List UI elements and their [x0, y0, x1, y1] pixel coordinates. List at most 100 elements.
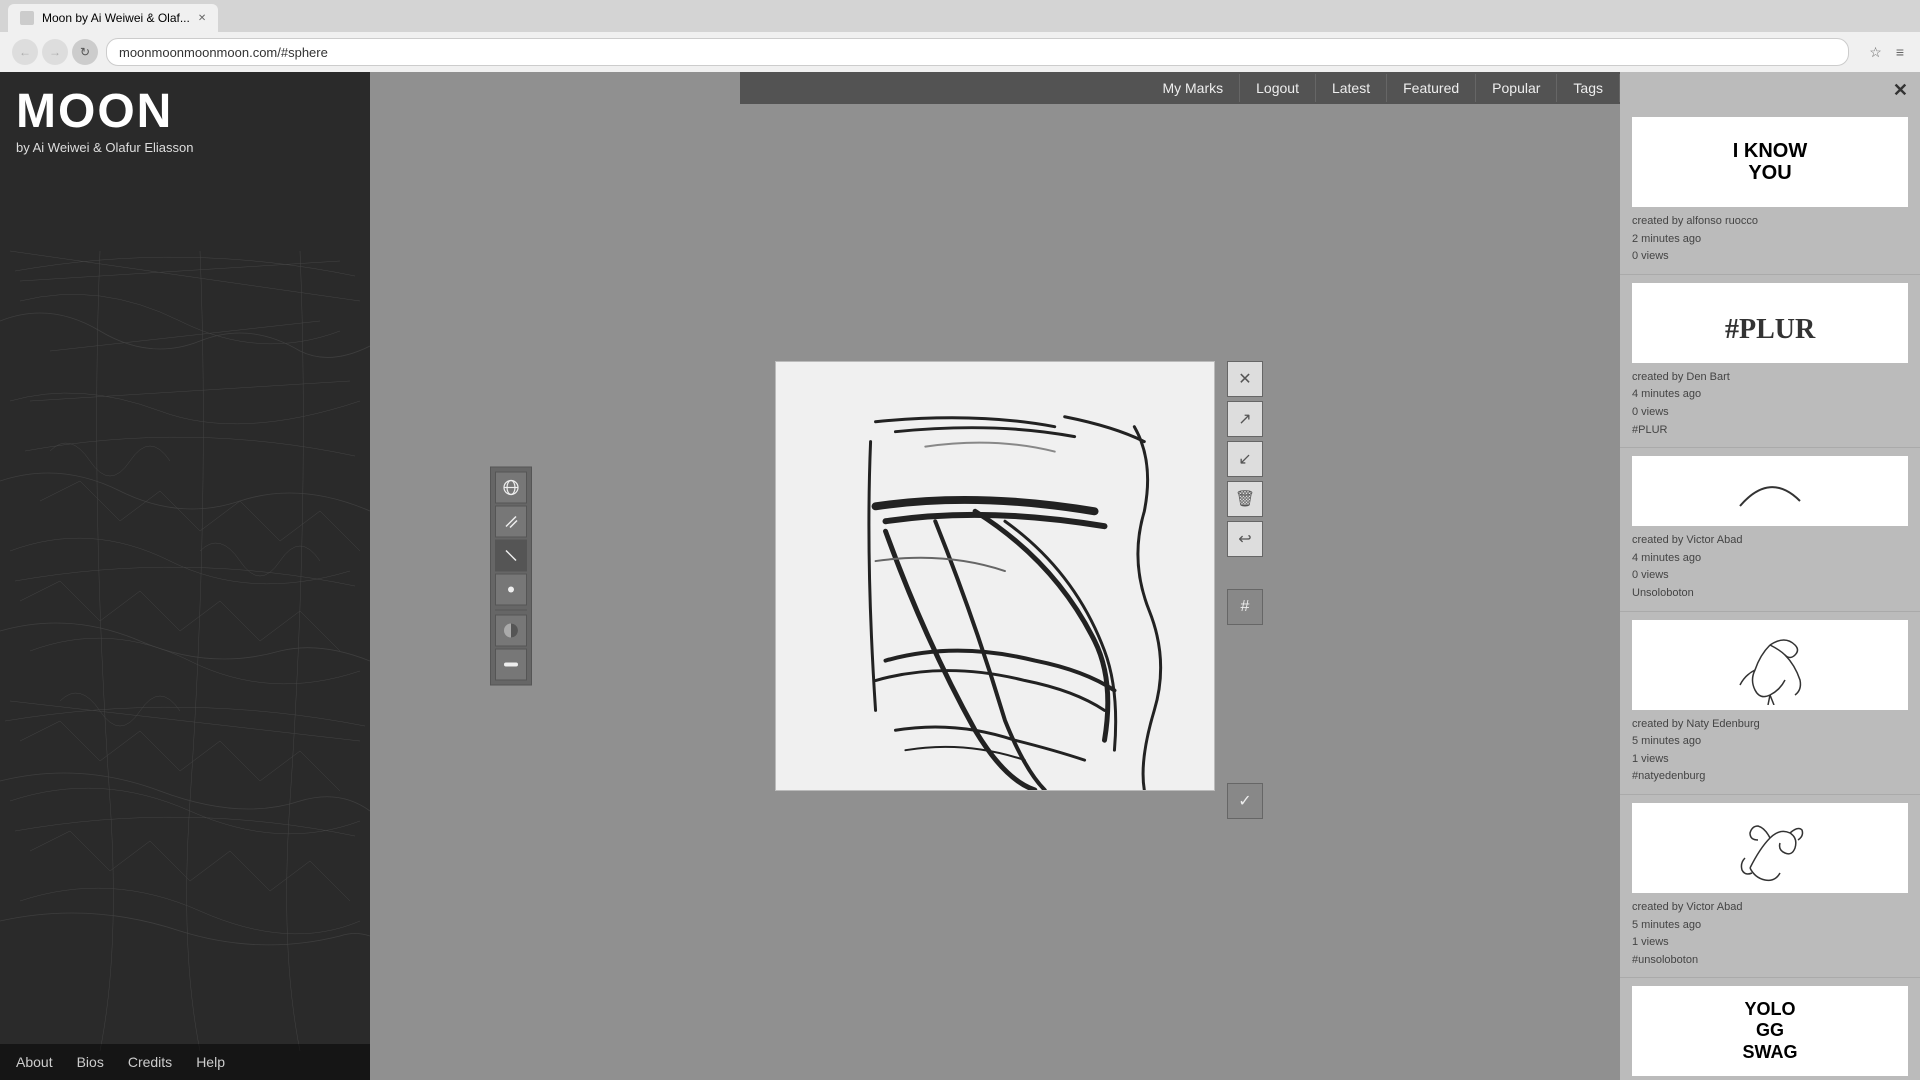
address-bar: ← → ↻ moonmoonmoonmoon.com/#sphere ☆ ≡	[0, 32, 1920, 72]
contract-btn[interactable]: ↙	[1227, 441, 1263, 477]
forward-button[interactable]: →	[42, 39, 68, 65]
brush-tool-1[interactable]	[495, 506, 527, 538]
undo-btn[interactable]: ↩	[1227, 521, 1263, 557]
brush-tool-2[interactable]	[495, 540, 527, 572]
canvas-tools-right: ✕ ↗ ↙ 🗑 ↩ # ✓	[1227, 361, 1263, 819]
feed-meta-3: created by Victor Abad 4 minutes ago 0 v…	[1632, 532, 1908, 602]
nav-tags[interactable]: Tags	[1557, 74, 1620, 102]
dot-tool[interactable]	[495, 574, 527, 606]
nav-latest[interactable]: Latest	[1316, 74, 1387, 102]
settings-icon[interactable]: ≡	[1892, 42, 1908, 62]
feed-views-3: 0 views	[1632, 567, 1908, 585]
close-panel-btn[interactable]: ✕	[1893, 80, 1908, 101]
undo-icon: ↩	[1238, 529, 1251, 549]
expand-icon: ↗	[1238, 409, 1251, 429]
bird-art	[1730, 625, 1810, 705]
left-panel: MOON by Ai Weiwei & Olafur Eliasson Abou…	[0, 72, 370, 1080]
feed-item[interactable]: YOLOGGSWAG created by Den Bart 5 minutes…	[1620, 978, 1920, 1080]
check-icon: ✓	[1238, 791, 1251, 811]
contract-icon: ↙	[1238, 449, 1251, 469]
tool-separator	[495, 610, 527, 611]
delete-icon: 🗑	[1235, 489, 1255, 509]
hash-btn[interactable]: #	[1227, 589, 1263, 625]
delete-btn[interactable]: 🗑	[1227, 481, 1263, 517]
feed-item[interactable]: created by Naty Edenburg 5 minutes ago 1…	[1620, 612, 1920, 795]
globe-tool[interactable]	[495, 472, 527, 504]
new-tab[interactable]	[222, 4, 262, 32]
moon-logo: MOON by Ai Weiwei & Olafur Eliasson	[16, 88, 194, 155]
feed-meta-1: created by alfonso ruocco 2 minutes ago …	[1632, 213, 1908, 266]
feed-art-text-1: I KNOWYOU	[1733, 140, 1807, 184]
feed-image-4	[1632, 620, 1908, 710]
feed-views-5: 1 views	[1632, 934, 1908, 952]
right-panel: ✕ I KNOWYOU created by alfonso ruocco 2 …	[1620, 72, 1920, 1080]
feed-views-2: 0 views	[1632, 404, 1908, 422]
hash-icon: #	[1241, 598, 1250, 616]
feed-item[interactable]: I KNOWYOU created by alfonso ruocco 2 mi…	[1620, 109, 1920, 275]
feed-views-1: 0 views	[1632, 248, 1908, 266]
about-link[interactable]: About	[16, 1054, 53, 1070]
feed-tag-3: Unsoloboton	[1632, 585, 1908, 603]
help-link[interactable]: Help	[196, 1054, 225, 1070]
plur-art: #PLUR	[1720, 293, 1820, 353]
bios-link[interactable]: Bios	[77, 1054, 104, 1070]
close-icon: ✕	[1238, 369, 1251, 389]
browser-chrome: Moon by Ai Weiwei & Olaf... ✕ ← → ↻ moon…	[0, 0, 1920, 72]
dragon-art	[1730, 808, 1810, 888]
credits-link[interactable]: Credits	[128, 1054, 172, 1070]
bookmark-icon[interactable]: ☆	[1865, 42, 1886, 63]
top-nav-bar: My Marks Logout Latest Featured Popular …	[740, 72, 1620, 104]
tab-bar: Moon by Ai Weiwei & Olaf... ✕	[0, 0, 1920, 32]
feed-item[interactable]: created by Victor Abad 5 minutes ago 1 v…	[1620, 795, 1920, 978]
nav-buttons: ← → ↻	[12, 39, 98, 65]
feed-item[interactable]: created by Victor Abad 4 minutes ago 0 v…	[1620, 448, 1920, 611]
feed-meta-4: created by Naty Edenburg 5 minutes ago 1…	[1632, 716, 1908, 786]
feed-time-1: 2 minutes ago	[1632, 231, 1908, 249]
canvas-wrapper: ✕ ↗ ↙ 🗑 ↩ # ✓	[775, 361, 1215, 791]
feed-time-3: 4 minutes ago	[1632, 550, 1908, 568]
nav-popular[interactable]: Popular	[1476, 74, 1557, 102]
feed-time-2: 4 minutes ago	[1632, 386, 1908, 404]
center-area: My Marks Logout Latest Featured Popular …	[370, 72, 1620, 1080]
feed-time-5: 5 minutes ago	[1632, 917, 1908, 935]
feed-meta-2: created by Den Bart 4 minutes ago 0 view…	[1632, 369, 1908, 439]
back-button[interactable]: ←	[12, 39, 38, 65]
feed-creator-3: created by Victor Abad	[1632, 532, 1908, 550]
nav-featured[interactable]: Featured	[1387, 74, 1476, 102]
nav-logout[interactable]: Logout	[1240, 74, 1316, 102]
check-btn[interactable]: ✓	[1227, 783, 1263, 819]
left-footer: About Bios Credits Help	[0, 1044, 370, 1080]
close-canvas-btn[interactable]: ✕	[1227, 361, 1263, 397]
refresh-button[interactable]: ↻	[72, 39, 98, 65]
expand-btn[interactable]: ↗	[1227, 401, 1263, 437]
url-bar[interactable]: moonmoonmoonmoon.com/#sphere	[106, 38, 1849, 66]
nav-my-marks[interactable]: My Marks	[1146, 74, 1240, 102]
svg-text:#PLUR: #PLUR	[1725, 314, 1816, 345]
feed-image-1: I KNOWYOU	[1632, 117, 1908, 207]
moon-subtitle: by Ai Weiwei & Olafur Eliasson	[16, 140, 194, 155]
feed-tag-2: #PLUR	[1632, 422, 1908, 440]
feed-creator-4: created by Naty Edenburg	[1632, 716, 1908, 734]
main-content: MOON by Ai Weiwei & Olafur Eliasson Abou…	[0, 72, 1920, 1080]
opacity-tool[interactable]	[495, 615, 527, 647]
drawing-toolbar	[490, 467, 532, 686]
feed-time-4: 5 minutes ago	[1632, 733, 1908, 751]
drawing-canvas[interactable]	[775, 361, 1215, 791]
feed-creator-1: created by alfonso ruocco	[1632, 213, 1908, 231]
right-panel-header: ✕	[1620, 72, 1920, 109]
feed-tag-5: #unsoloboton	[1632, 952, 1908, 970]
feed-item[interactable]: #PLUR created by Den Bart 4 minutes ago …	[1620, 275, 1920, 448]
browser-actions: ☆ ≡	[1865, 42, 1908, 63]
feed-image-6: YOLOGGSWAG	[1632, 986, 1908, 1076]
artwork-svg	[0, 72, 370, 1080]
feed-image-5	[1632, 803, 1908, 893]
feed-creator-5: created by Victor Abad	[1632, 899, 1908, 917]
feed-views-4: 1 views	[1632, 751, 1908, 769]
tab-close-btn[interactable]: ✕	[198, 13, 206, 24]
size-tool[interactable]	[495, 649, 527, 681]
tab-title: Moon by Ai Weiwei & Olaf...	[42, 11, 190, 25]
feed-image-2: #PLUR	[1632, 283, 1908, 363]
curve-art	[1730, 466, 1810, 516]
url-text: moonmoonmoonmoon.com/#sphere	[119, 45, 328, 60]
active-tab[interactable]: Moon by Ai Weiwei & Olaf... ✕	[8, 4, 218, 32]
